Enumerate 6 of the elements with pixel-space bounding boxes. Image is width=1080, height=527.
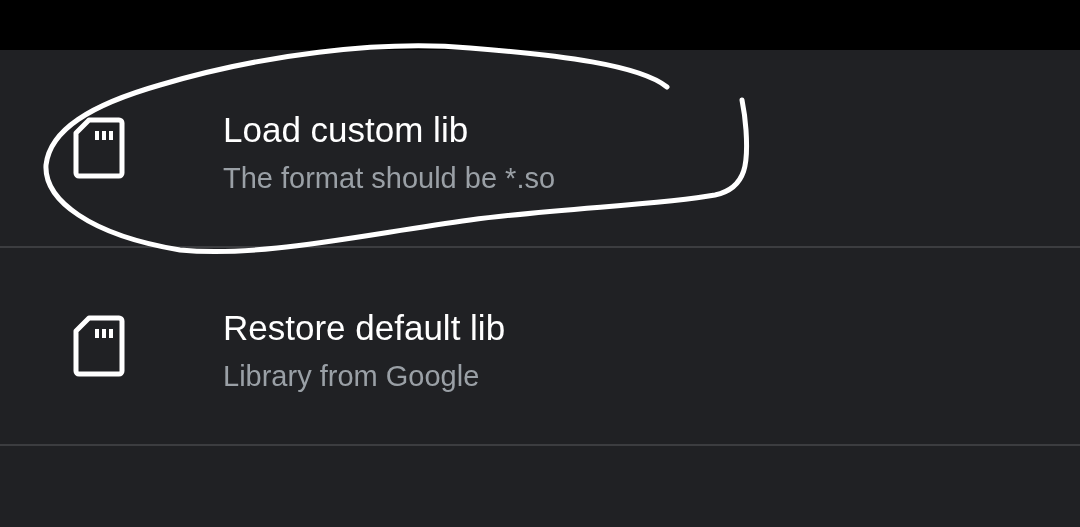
item-subtitle: The format should be *.so <box>223 161 556 196</box>
item-subtitle: Library from Google <box>223 359 481 394</box>
sd-card-icon <box>73 117 125 179</box>
item-title[interactable]: Restore default lib <box>223 306 506 350</box>
item-title[interactable]: Load custom lib <box>223 108 556 152</box>
sd-card-icon <box>73 315 125 377</box>
